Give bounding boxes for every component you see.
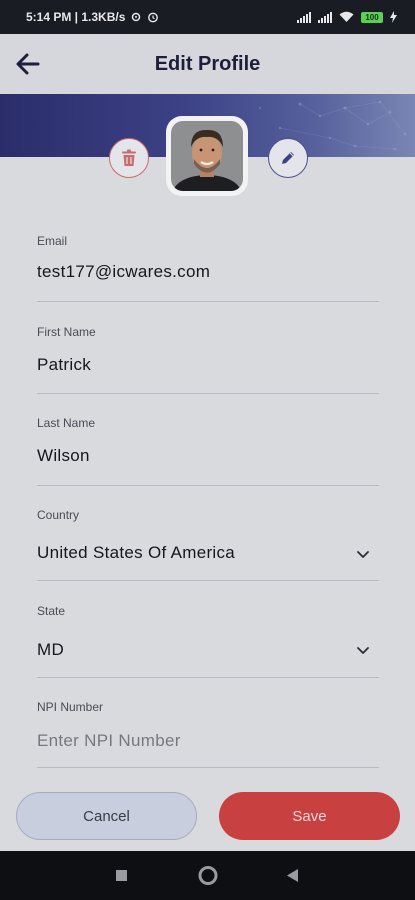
avatar[interactable] xyxy=(166,116,248,196)
app-bar: Edit Profile xyxy=(0,34,415,94)
first-name-field[interactable]: First Name Patrick xyxy=(37,325,379,394)
alarm-icon xyxy=(148,12,159,23)
cancel-button[interactable]: Cancel xyxy=(16,792,197,840)
npi-placeholder: Enter NPI Number xyxy=(37,731,181,750)
first-name-value: Patrick xyxy=(37,355,92,374)
delete-photo-button[interactable] xyxy=(109,138,149,178)
status-bar: 5:14 PM | 1.3KB/s 100 xyxy=(0,0,415,34)
state-select[interactable]: State MD xyxy=(37,604,379,678)
last-name-value: Wilson xyxy=(37,446,90,465)
country-label: Country xyxy=(37,508,80,522)
settings-icon xyxy=(132,12,141,22)
npi-label: NPI Number xyxy=(37,700,104,714)
email-label: Email xyxy=(37,234,68,248)
save-button[interactable]: Save xyxy=(219,792,400,840)
country-select[interactable]: Country United States Of America xyxy=(37,508,379,581)
recents-icon[interactable] xyxy=(116,870,127,881)
page-title: Edit Profile xyxy=(154,52,261,75)
back-nav-icon[interactable] xyxy=(287,869,298,882)
profile-photo xyxy=(171,121,243,191)
state-value: MD xyxy=(37,640,65,659)
edit-photo-button[interactable] xyxy=(268,138,308,178)
trash-icon xyxy=(122,149,136,166)
last-name-field[interactable]: Last Name Wilson xyxy=(37,416,379,486)
status-time: 5:14 PM | 1.3KB/s xyxy=(26,10,126,24)
npi-number-field[interactable]: NPI Number Enter NPI Number xyxy=(37,700,379,768)
email-value: test177@icwares.com xyxy=(37,262,211,281)
battery-icon: 100 xyxy=(361,11,383,23)
system-nav-bar xyxy=(0,851,415,900)
country-value: United States Of America xyxy=(37,543,236,562)
arrow-left-icon[interactable] xyxy=(14,50,42,78)
wifi-icon xyxy=(339,11,354,22)
last-name-label: Last Name xyxy=(37,416,96,430)
first-name-label: First Name xyxy=(37,325,96,339)
signal-icon xyxy=(297,11,311,23)
email-field[interactable]: Email test177@icwares.com xyxy=(37,234,379,302)
signal-icon-2 xyxy=(318,11,332,23)
home-icon[interactable] xyxy=(198,866,218,885)
state-label: State xyxy=(37,604,66,618)
pencil-icon xyxy=(282,152,294,164)
chevron-down-icon xyxy=(357,551,369,558)
chevron-down-icon xyxy=(357,647,369,654)
charging-icon xyxy=(390,11,397,23)
